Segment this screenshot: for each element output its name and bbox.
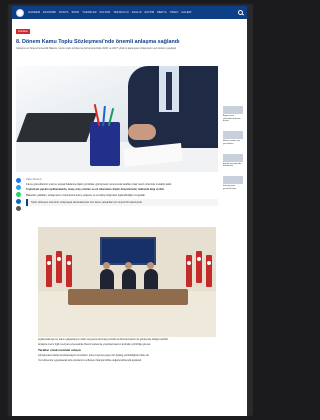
menu-item[interactable]: DÜNYA [59,11,68,14]
head-image-detail [103,262,110,269]
related-news-item[interactable]: Kamuya yeni personel alımı [223,175,243,190]
meeting-photo [38,227,216,337]
hero-image [16,66,218,172]
tie-image-detail [166,72,172,110]
section-heading: Taraflar ortak metinde uzlaştı [38,348,81,353]
main-menu: GÜNDEM EKONOMİ DÜNYA SPOR YAZARLAR KÜLTÜ… [28,11,234,14]
related-news-title[interactable]: Asgari ücret çalışmalarında son durum [223,115,243,123]
flag-image-detail [206,255,212,287]
article-paragraph: Toplantıda yapılan açıklamalarda, maaş a… [26,188,165,192]
flag-image-detail [66,255,72,287]
related-news-thumbnail[interactable] [223,175,243,184]
article-meta: Haber Merkezi [26,178,42,181]
menu-item[interactable]: SAĞLIK [132,11,142,14]
category-badge[interactable]: Gündem [16,29,30,34]
menu-item[interactable]: GÜNDEM [28,11,40,14]
article-paragraph: Yeni dönemde uygulanacak artış oranların… [38,359,142,363]
hand-image-detail [128,124,156,140]
article-paragraph: Açıklamada ayrıca, kamu çalışanlarının r… [38,338,169,341]
facebook-icon[interactable] [16,178,21,183]
head-image-detail [147,262,154,269]
screen-image-detail [100,237,156,265]
menu-item[interactable]: YAZARLAR [82,11,96,14]
menu-item[interactable]: TEKNOLOJİ [113,11,128,14]
related-news-thumbnail[interactable] [223,106,243,114]
flag-image-detail [46,255,52,287]
related-news-thumbnail[interactable] [223,131,243,140]
menu-item[interactable]: MEDYA [157,11,167,14]
laptop-image-detail [16,113,97,145]
person-image-detail [100,269,114,291]
related-news-item[interactable]: Emekli maaşlarında düzenleme [223,153,243,168]
article-headline: 8. Dönem Kamu Toplu Sözleşmesi'nde öneml… [16,39,180,45]
pen-cup-image-detail [90,122,120,166]
link-icon[interactable] [16,206,21,211]
related-news-title[interactable]: Emekli maaşlarında düzenleme [223,163,243,168]
meeting-table-image-detail [68,289,188,305]
article-paragraph: Kamu görevlilerinin mali ve sosyal hakla… [26,183,172,186]
menu-item[interactable]: KÜLTÜR [100,11,111,14]
menu-item[interactable]: GALERİ [181,11,191,14]
linkedin-icon[interactable] [16,199,21,204]
twitter-icon[interactable] [16,185,21,190]
flag-image-detail [56,251,62,283]
site-logo[interactable] [16,8,24,17]
menu-item[interactable]: EKONOMİ [43,11,56,14]
related-news-item[interactable]: Memur zammı için yeni takvim [223,131,243,145]
whatsapp-icon[interactable] [16,192,21,197]
related-news-sidebar: Asgari ücret çalışmalarında son durum Me… [223,106,243,198]
article-quote: Toplu sözleşme sürecinin uzlaşmayla tama… [26,199,218,207]
top-navigation: GÜNDEM EKONOMİ DÜNYA SPOR YAZARLAR KÜLTÜ… [12,6,247,19]
article-body: Haber Merkezi Kamu görevlilerinin mali v… [26,178,218,207]
menu-item[interactable]: EĞİTİM [145,11,155,14]
share-bar [16,178,22,213]
head-image-detail [125,262,132,269]
menu-item[interactable]: SPOR [71,11,79,14]
article-paragraph: Görüşmelere katılan konfederasyon temsil… [38,354,150,358]
flag-image-detail [196,251,202,283]
search-icon[interactable] [238,10,243,15]
menu-item[interactable]: VİDEO [170,11,179,14]
article-paragraph: Bakanlık yetkilileri, anlaşmanın milyonl… [26,193,146,197]
article-summary: Çalışma ve Sosyal Güvenlik Bakanı, kamu … [16,47,177,51]
person-image-detail [122,269,136,291]
article-paragraph: Anlaşma metni, ilgili mevzuat çerçevesin… [38,343,152,347]
article-continuation: Açıklamada ayrıca, kamu çalışanlarının r… [38,338,216,364]
related-news-item[interactable]: Asgari ücret çalışmalarında son durum [223,106,243,123]
related-news-title[interactable]: Memur zammı için yeni takvim [223,140,243,145]
person-image-detail [144,269,158,291]
news-page: GÜNDEM EKONOMİ DÜNYA SPOR YAZARLAR KÜLTÜ… [12,6,247,416]
related-news-title[interactable]: Kamuya yeni personel alımı [223,185,243,190]
related-news-thumbnail[interactable] [223,153,243,162]
flag-image-detail [186,255,192,287]
